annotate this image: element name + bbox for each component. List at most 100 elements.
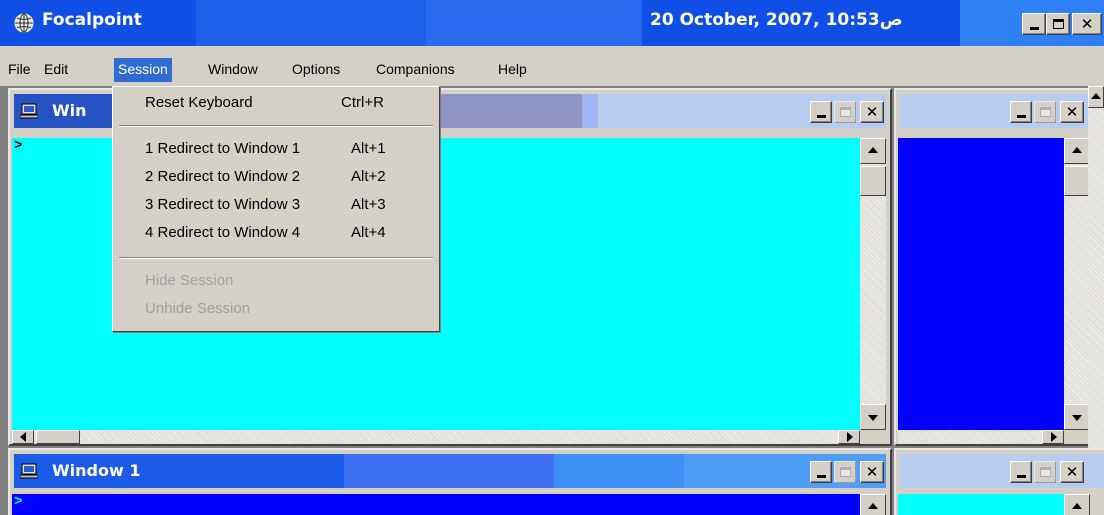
titlebar-segment — [344, 454, 554, 488]
child-minimize-button[interactable] — [810, 101, 832, 123]
close-icon: ✕ — [1065, 462, 1079, 481]
child-maximize-button[interactable] — [834, 101, 856, 123]
menu-item-unhide-session[interactable]: Unhide Session — [145, 297, 250, 321]
scroll-down-button[interactable] — [1064, 404, 1090, 430]
child-maximize-button[interactable] — [834, 461, 856, 483]
app-maximize-button[interactable] — [1046, 13, 1070, 35]
menu-item-redirect-window-1[interactable]: 1 Redirect to Window 1 Alt+1 — [145, 137, 435, 161]
menu-separator — [119, 257, 433, 259]
child-minimize-button[interactable] — [1010, 101, 1032, 123]
scroll-thumb[interactable] — [860, 166, 886, 196]
child-maximize-button[interactable] — [1034, 461, 1056, 483]
scroll-right-button[interactable] — [838, 430, 860, 444]
menu-item-reset-keyboard[interactable]: Reset Keyboard Ctrl+R — [145, 91, 435, 115]
child-close-button[interactable]: ✕ — [1060, 101, 1084, 123]
menu-item-label: 2 Redirect to Window 2 — [145, 168, 301, 185]
child-maximize-button[interactable] — [1034, 101, 1056, 123]
minimize-icon — [1016, 115, 1026, 118]
computer-icon — [20, 103, 38, 119]
child-close-button[interactable]: ✕ — [860, 461, 884, 483]
child-close-button[interactable]: ✕ — [860, 101, 884, 123]
scroll-up-button[interactable] — [1088, 86, 1104, 108]
menu-item-redirect-window-4[interactable]: 4 Redirect to Window 4 Alt+4 — [145, 221, 435, 245]
child-window-title: Window 1 — [52, 461, 141, 480]
menu-session[interactable]: Session — [114, 58, 172, 82]
horizontal-scrollbar[interactable] — [898, 430, 1064, 444]
titlebar-segment — [554, 454, 684, 488]
vertical-scrollbar[interactable] — [860, 138, 886, 430]
scroll-arrow-icon — [1072, 415, 1082, 421]
terminal-prompt: > — [14, 494, 23, 510]
menu-options[interactable]: Options — [288, 58, 344, 82]
close-icon: ✕ — [1065, 102, 1079, 121]
computer-icon — [20, 463, 38, 479]
minimize-icon — [816, 115, 826, 118]
vertical-scrollbar[interactable] — [1064, 494, 1090, 515]
titlebar-segment — [426, 0, 642, 46]
menu-item-label: 4 Redirect to Window 4 — [145, 224, 301, 241]
maximize-icon — [839, 467, 851, 477]
horizontal-scrollbar[interactable] — [12, 430, 860, 444]
menu-window[interactable]: Window — [204, 58, 262, 82]
minimize-icon — [1029, 27, 1039, 30]
menu-item-label: Reset Keyboard — [145, 94, 253, 111]
titlebar-segment — [582, 94, 598, 128]
child-window-window-1: Window 1 ✕ > — [8, 448, 892, 515]
child-minimize-button[interactable] — [810, 461, 832, 483]
scroll-thumb[interactable] — [1064, 166, 1090, 196]
menu-companions[interactable]: Companions — [372, 58, 459, 82]
menu-edit[interactable]: Edit — [40, 58, 72, 82]
app-minimize-button[interactable] — [1022, 13, 1046, 35]
maximize-icon — [839, 107, 851, 117]
menu-item-hide-session[interactable]: Hide Session — [145, 269, 233, 293]
menu-item-redirect-window-3[interactable]: 3 Redirect to Window 3 Alt+3 — [145, 193, 435, 217]
menu-item-label: 3 Redirect to Window 3 — [145, 196, 301, 213]
terminal-screen[interactable] — [898, 138, 1064, 430]
menu-help[interactable]: Help — [494, 58, 531, 82]
menu-file[interactable]: File — [4, 58, 35, 82]
maximize-icon — [1039, 107, 1051, 117]
scroll-up-button[interactable] — [860, 494, 886, 515]
menu-item-label: 1 Redirect to Window 1 — [145, 140, 301, 157]
scroll-right-button[interactable] — [1042, 430, 1064, 444]
app-title: Focalpoint — [42, 10, 142, 30]
titlebar-segment — [196, 0, 426, 46]
scroll-up-button[interactable] — [1064, 494, 1090, 515]
terminal-screen[interactable]: > — [12, 494, 860, 515]
scroll-up-button[interactable] — [860, 138, 886, 164]
close-icon: ✕ — [865, 462, 879, 481]
menu-item-shortcut: Alt+1 — [351, 140, 386, 157]
child-window-bottom-right: ✕ — [894, 448, 1104, 515]
menu-item-shortcut: Alt+2 — [351, 168, 386, 185]
clock-display: 20 October, 2007, ص10:53 — [650, 10, 903, 30]
scroll-arrow-icon — [868, 503, 878, 509]
menu-separator — [119, 125, 433, 127]
scroll-arrow-icon — [1051, 432, 1057, 442]
scroll-left-button[interactable] — [12, 430, 34, 444]
maximize-icon — [1039, 467, 1051, 477]
app-titlebar[interactable]: Focalpoint 20 October, 2007, ص10:53 ✕ — [0, 0, 1104, 46]
child-titlebar[interactable]: Window 1 ✕ — [14, 454, 886, 488]
terminal-screen[interactable] — [898, 494, 1064, 515]
scroll-arrow-icon — [1072, 503, 1082, 509]
scroll-arrow-icon — [20, 432, 26, 442]
child-minimize-button[interactable] — [1010, 461, 1032, 483]
menu-item-shortcut: Ctrl+R — [341, 94, 384, 111]
scroll-up-button[interactable] — [1064, 138, 1090, 164]
focalpoint-globe-icon — [14, 13, 34, 33]
vertical-scrollbar[interactable] — [860, 494, 886, 515]
app-close-button[interactable]: ✕ — [1072, 13, 1102, 35]
focalpoint-app: Focalpoint 20 October, 2007, ص10:53 ✕ Fi… — [0, 0, 1104, 515]
scroll-down-button[interactable] — [860, 404, 886, 430]
minimize-icon — [1016, 475, 1026, 478]
scroll-arrow-icon — [868, 147, 878, 153]
menu-item-redirect-window-2[interactable]: 2 Redirect to Window 2 Alt+2 — [145, 165, 435, 189]
child-close-button[interactable]: ✕ — [1060, 461, 1084, 483]
vertical-scrollbar[interactable] — [1064, 138, 1090, 430]
menu-item-shortcut: Alt+4 — [351, 224, 386, 241]
menu-item-shortcut: Alt+3 — [351, 196, 386, 213]
scroll-arrow-icon — [1091, 93, 1101, 99]
child-titlebar[interactable]: ✕ — [900, 94, 1104, 128]
scroll-thumb[interactable] — [36, 430, 80, 444]
child-titlebar[interactable]: ✕ — [900, 454, 1104, 488]
